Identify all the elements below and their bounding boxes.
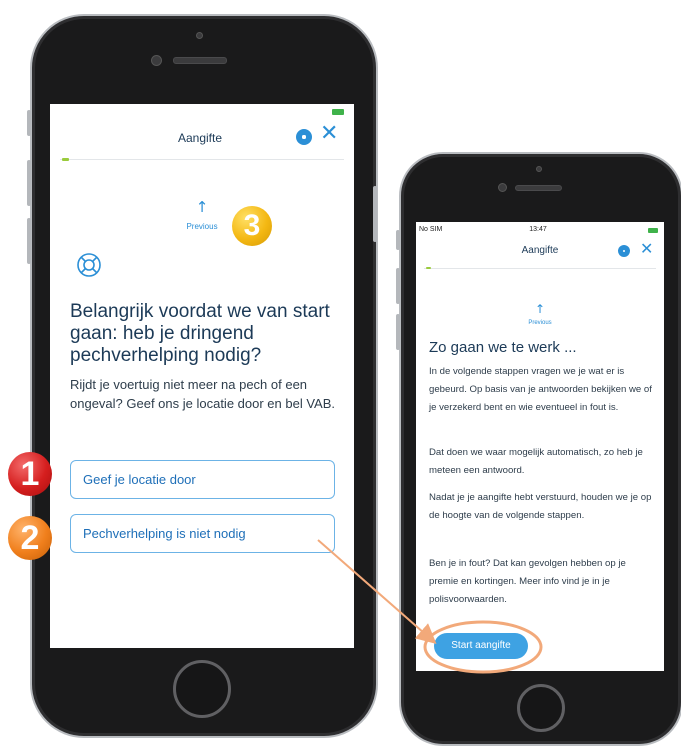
annotation-ellipse bbox=[423, 620, 543, 674]
step-badge-1: 1 bbox=[8, 452, 52, 496]
annotation-overlay bbox=[317, 539, 543, 674]
step-badge-2: 2 bbox=[8, 516, 52, 560]
annotation-arrow bbox=[317, 539, 437, 644]
step-badge-3: 3 bbox=[232, 206, 272, 246]
